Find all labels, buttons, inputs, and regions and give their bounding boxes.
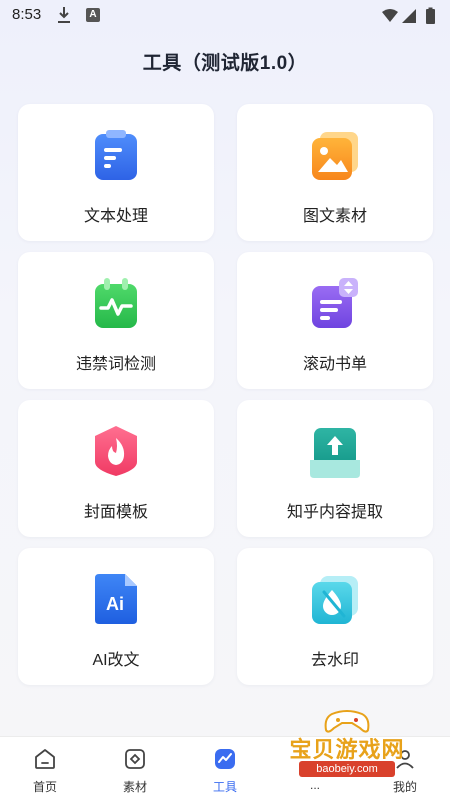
chart-icon — [215, 749, 235, 769]
page-title: 工具（测试版1.0） — [142, 53, 308, 74]
tool-card-banned-word-check[interactable]: 违禁词检测 — [18, 252, 214, 389]
tab-label: 工具 — [212, 780, 237, 794]
tab-label: 素材 — [122, 780, 147, 794]
download-icon — [58, 7, 70, 23]
scroll-list-icon — [312, 278, 358, 328]
ai-icon-text: Ai — [106, 594, 124, 614]
watermark-url: baobeiy.com — [299, 761, 395, 777]
tool-label: 违禁词检测 — [75, 356, 156, 373]
tool-card-image-material[interactable]: 图文素材 — [237, 104, 433, 241]
battery-icon — [426, 9, 435, 24]
watermark-text: 宝贝游戏网 — [289, 737, 405, 762]
ai-document-icon: Ai — [95, 574, 137, 624]
tool-card-cover-template[interactable]: 封面模板 — [18, 400, 214, 537]
tool-label: AI改文 — [92, 652, 140, 669]
tab-label: 首页 — [32, 780, 57, 794]
gamepad-icon — [324, 710, 370, 733]
tab-home[interactable]: 首页 — [0, 737, 90, 801]
image-icon — [312, 132, 358, 180]
home-icon — [35, 749, 55, 769]
tab-tools[interactable]: 工具 — [180, 737, 270, 801]
site-watermark: 宝贝游戏网 baobeiy.com — [272, 704, 422, 784]
tool-card-ai-rewrite[interactable]: Ai AI改文 — [18, 548, 214, 685]
status-time: 8:53 — [12, 6, 42, 23]
status-bar: 8:53 A — [0, 0, 450, 32]
a-badge-icon: A — [86, 8, 100, 22]
tool-label: 滚动书单 — [302, 356, 367, 373]
tool-label: 封面模板 — [83, 504, 148, 521]
tool-label: 知乎内容提取 — [286, 504, 383, 521]
signal-icons — [382, 7, 435, 24]
tab-material[interactable]: 素材 — [90, 737, 180, 801]
material-icon — [125, 749, 145, 769]
tool-card-remove-watermark[interactable]: 去水印 — [237, 548, 433, 685]
tool-label: 文本处理 — [83, 208, 148, 225]
document-icon — [95, 130, 137, 180]
water-drop-icon — [312, 576, 358, 624]
pulse-clipboard-icon — [95, 278, 137, 328]
tool-label: 去水印 — [310, 652, 359, 669]
tool-card-text-processing[interactable]: 文本处理 — [18, 104, 214, 241]
upload-tray-icon — [310, 428, 360, 478]
wifi-icon — [382, 9, 398, 22]
tool-card-zhihu-extract[interactable]: 知乎内容提取 — [237, 400, 433, 537]
tool-label: 图文素材 — [302, 208, 367, 225]
flame-icon — [95, 426, 137, 476]
tool-card-scrolling-booklist[interactable]: 滚动书单 — [237, 252, 433, 389]
signal-icon — [402, 9, 416, 23]
